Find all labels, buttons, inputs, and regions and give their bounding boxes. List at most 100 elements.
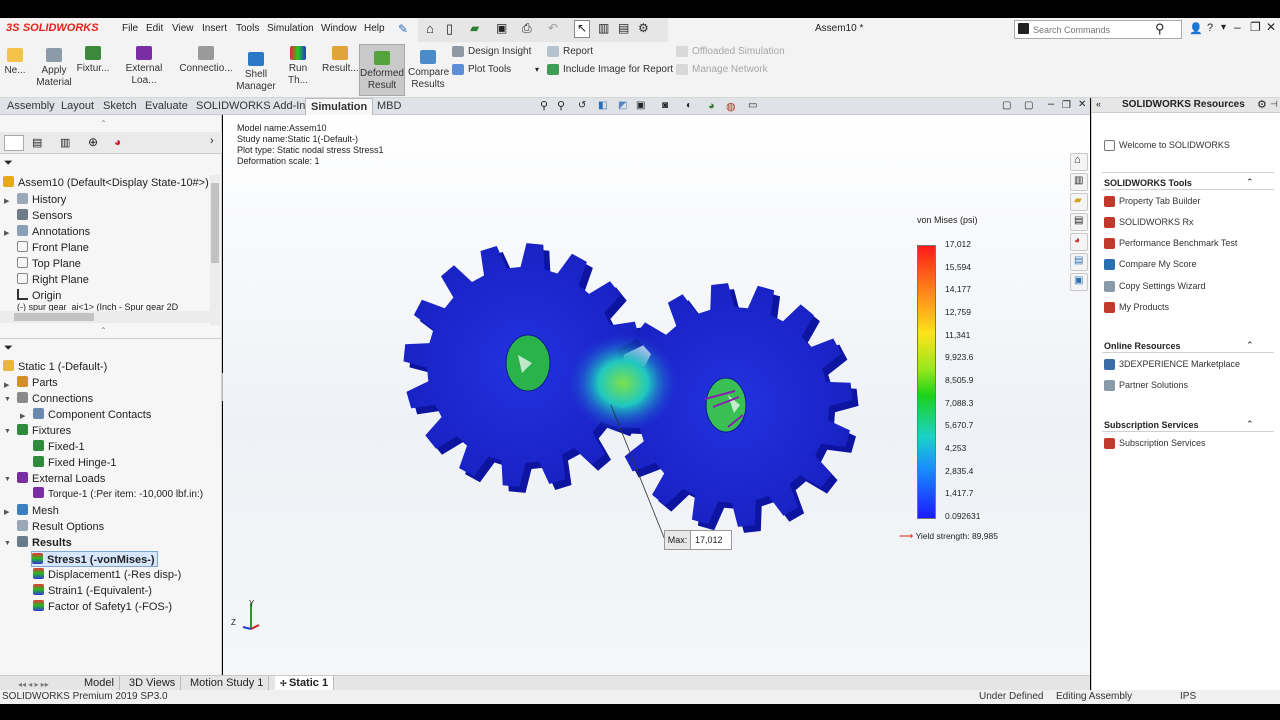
plot-tools-button[interactable]: Plot Tools bbox=[452, 64, 511, 75]
study-item-fixed-1[interactable]: Fixed-1 bbox=[33, 439, 85, 455]
section-collapse-icon[interactable]: ⌃ bbox=[1246, 419, 1254, 430]
file-properties-icon[interactable]: ▤ bbox=[618, 21, 629, 35]
shell-manager-button[interactable]: Shell Manager bbox=[236, 52, 276, 93]
link-solidworks-rx[interactable]: SOLIDWORKS Rx bbox=[1119, 217, 1194, 227]
menu-simulation[interactable]: Simulation bbox=[267, 23, 314, 34]
graphics-area[interactable]: Model name:Assem10 Study name:Static 1(-… bbox=[223, 115, 1090, 675]
expand-caret[interactable]: ▶ bbox=[20, 412, 25, 420]
tree-horizontal-scrollbar[interactable] bbox=[0, 311, 210, 323]
feature-tree-tab-icon[interactable] bbox=[4, 135, 24, 151]
menu-file[interactable]: File bbox=[122, 23, 138, 34]
save-icon[interactable]: ▣ bbox=[496, 21, 507, 35]
study-item-fixtures[interactable]: Fixtures bbox=[17, 423, 71, 439]
offloaded-simulation-button[interactable]: Offloaded Simulation bbox=[676, 46, 785, 57]
options-gear-icon[interactable]: ⚙ bbox=[638, 21, 649, 35]
task-pane-appearance-tab[interactable]: ◕ bbox=[1070, 233, 1088, 251]
compare-results-button[interactable]: Compare Results bbox=[408, 50, 449, 91]
search-scope-icon[interactable] bbox=[1018, 23, 1029, 34]
task-pane-custom-tab[interactable]: ▤ bbox=[1070, 253, 1088, 271]
tabs-scroll-icon[interactable]: › bbox=[210, 135, 214, 147]
study-root[interactable]: Static 1 (-Default-) bbox=[3, 359, 107, 375]
user-icon[interactable]: 👤 bbox=[1189, 22, 1203, 35]
splitter-handle[interactable]: ⌃ bbox=[100, 326, 107, 335]
link-property-tab-builder[interactable]: Property Tab Builder bbox=[1119, 196, 1200, 206]
search-commands-box[interactable]: ⚲ bbox=[1014, 20, 1182, 39]
scrollbar-thumb[interactable] bbox=[211, 183, 219, 263]
viewport-split-icon[interactable]: ▢ bbox=[1024, 100, 1033, 111]
run-study-button[interactable]: Run Th... bbox=[278, 46, 318, 87]
study-item-connections[interactable]: Connections bbox=[17, 391, 93, 407]
include-image-button[interactable]: Include Image for Report bbox=[547, 64, 673, 75]
link-my-products[interactable]: My Products bbox=[1119, 302, 1169, 312]
expand-caret[interactable]: ▶ bbox=[4, 508, 9, 516]
collapse-caret[interactable]: ▼ bbox=[4, 540, 11, 547]
search-input[interactable] bbox=[1033, 22, 1153, 37]
display-style-icon[interactable]: ◙ bbox=[662, 100, 668, 111]
section-collapse-icon[interactable]: ⌃ bbox=[1246, 177, 1254, 188]
tree-root-assembly[interactable]: Assem10 (Default<Display State-10#>) bbox=[3, 175, 209, 191]
restore-icon[interactable]: ❐ bbox=[1250, 20, 1261, 34]
tab-mbd[interactable]: MBD bbox=[372, 98, 406, 115]
task-pane-options-icon[interactable]: ⚙ bbox=[1257, 98, 1267, 111]
link-subscription-services[interactable]: Subscription Services bbox=[1119, 438, 1206, 448]
appearance-icon[interactable]: ◕ bbox=[708, 100, 715, 112]
tab-model[interactable]: Model bbox=[79, 676, 120, 691]
dynamic-annotation-icon[interactable]: ◩ bbox=[618, 100, 627, 111]
rebuild-icon[interactable]: ▥ bbox=[598, 21, 609, 35]
new-document-icon[interactable]: ▯ bbox=[446, 21, 453, 37]
link-partner-solutions[interactable]: Partner Solutions bbox=[1119, 380, 1188, 390]
study-item-displacement1[interactable]: Displacement1 (-Res disp-) bbox=[33, 567, 181, 583]
results-advisor-button[interactable]: Result... bbox=[322, 46, 359, 75]
tab-simulation[interactable]: Simulation bbox=[305, 98, 374, 115]
solidworks-logo[interactable]: 3S SOLIDWORKS bbox=[6, 20, 102, 40]
task-pane-library-tab[interactable]: ▥ bbox=[1070, 173, 1088, 191]
filter-icon[interactable]: ⏷ bbox=[4, 157, 13, 170]
tab-assembly[interactable]: Assembly bbox=[2, 98, 60, 115]
study-item-results[interactable]: Results bbox=[17, 535, 72, 551]
section-collapse-icon[interactable]: ⌃ bbox=[1246, 340, 1254, 351]
study-item-torque-1[interactable]: Torque-1 (:Per item: -10,000 lbf.in:) bbox=[33, 487, 203, 503]
menu-window[interactable]: Window bbox=[321, 23, 357, 34]
tab-layout[interactable]: Layout bbox=[56, 98, 99, 115]
tab-motion-study[interactable]: Motion Study 1 bbox=[185, 676, 270, 691]
tab-scroll-arrows[interactable]: ◂◂ ◂ ▸ ▸▸ bbox=[18, 678, 78, 689]
tree-item-history[interactable]: History bbox=[17, 192, 66, 208]
tab-static-1[interactable]: ✢ Static 1 bbox=[275, 676, 335, 691]
apply-material-button[interactable]: Apply Material bbox=[34, 48, 74, 89]
zoom-area-icon[interactable]: ⚲ bbox=[557, 99, 565, 112]
home-icon[interactable]: ⌂ bbox=[426, 21, 434, 36]
plot-tools-dropdown-icon[interactable]: ▾ bbox=[535, 65, 539, 74]
scene-icon[interactable]: ◍ bbox=[726, 100, 736, 113]
display-manager-tab-icon[interactable]: ◕ bbox=[114, 135, 121, 149]
open-icon[interactable]: ▰ bbox=[470, 21, 479, 35]
fixtures-button[interactable]: Fixtur... bbox=[76, 46, 110, 75]
tab-evaluate[interactable]: Evaluate bbox=[140, 98, 193, 115]
expand-caret[interactable]: ▶ bbox=[4, 229, 9, 237]
study-item-fos1[interactable]: Factor of Safety1 (-FOS-) bbox=[33, 599, 172, 615]
tree-item-sensors[interactable]: Sensors bbox=[17, 208, 72, 224]
first-tab-icon[interactable]: ◂◂ ◂ ▸ ▸▸ bbox=[18, 680, 49, 689]
deformed-result-button[interactable]: Deformed Result bbox=[359, 44, 405, 96]
print-icon[interactable]: ⎙ bbox=[522, 21, 532, 36]
menu-edit[interactable]: Edit bbox=[146, 23, 163, 34]
task-pane-back-icon[interactable]: « bbox=[1096, 99, 1101, 109]
menu-insert[interactable]: Insert bbox=[202, 23, 227, 34]
viewport-minimize-icon[interactable]: – bbox=[1048, 98, 1054, 110]
tree-vertical-scrollbar[interactable] bbox=[210, 175, 220, 325]
collapse-caret[interactable]: ▼ bbox=[4, 476, 11, 483]
tree-item-front-plane[interactable]: Front Plane bbox=[17, 240, 89, 256]
collapse-caret[interactable]: ▼ bbox=[4, 428, 11, 435]
report-button[interactable]: Report bbox=[547, 46, 593, 57]
minimize-icon[interactable]: – bbox=[1234, 20, 1241, 34]
study-item-mesh[interactable]: Mesh bbox=[17, 503, 59, 519]
design-insight-button[interactable]: Design Insight bbox=[452, 46, 531, 57]
status-units[interactable]: IPS bbox=[1180, 690, 1196, 704]
tree-item-top-plane[interactable]: Top Plane bbox=[17, 256, 81, 272]
pin-icon[interactable]: ✎ bbox=[398, 22, 408, 36]
expand-caret[interactable]: ▶ bbox=[4, 381, 9, 389]
search-icon[interactable]: ⚲ bbox=[1155, 21, 1165, 37]
study-filter-icon[interactable]: ⏷ bbox=[4, 342, 13, 355]
help-dropdown-icon[interactable]: ▾ bbox=[1221, 22, 1226, 33]
task-pane-explorer-tab[interactable]: ▰ bbox=[1070, 193, 1088, 211]
panel-collapse-handle[interactable]: ⌃ bbox=[100, 119, 107, 128]
